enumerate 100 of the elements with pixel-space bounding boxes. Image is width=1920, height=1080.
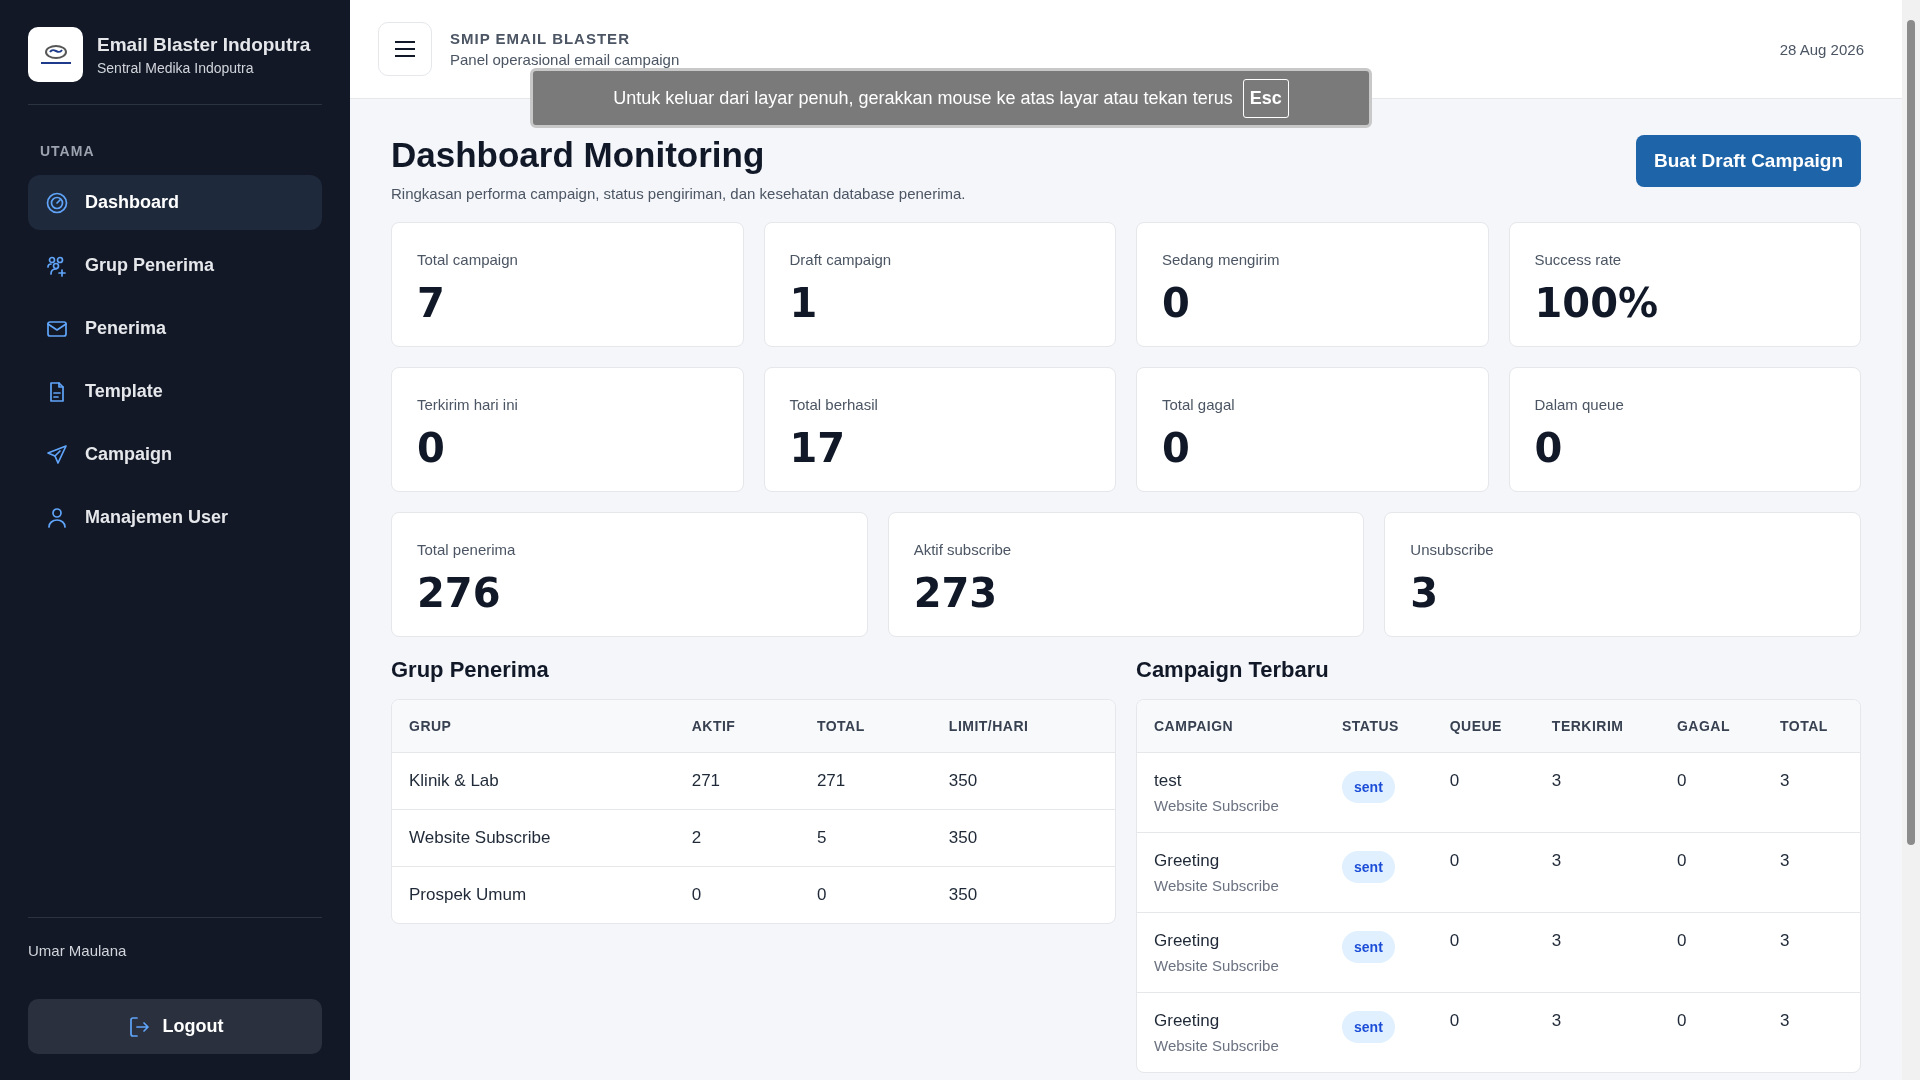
table-cell: 3: [1763, 913, 1860, 993]
table-cell: Website Subscribe: [392, 810, 675, 867]
app-subtitle: Sentral Medika Indoputra: [97, 59, 255, 76]
column-header: GRUP: [392, 700, 675, 753]
table-cell: 0: [1659, 753, 1763, 833]
table-cell-text: 350: [947, 884, 979, 906]
stat-value: 0: [1162, 425, 1191, 471]
section-title: Campaign Terbaru: [1136, 657, 1330, 683]
table-cell: 3: [1534, 753, 1660, 833]
column-header: QUEUE: [1432, 700, 1535, 753]
table-cell: 271: [674, 753, 800, 810]
table-cell-text: 0: [690, 884, 703, 906]
stat-value: 273: [913, 570, 999, 616]
stat-value: 1: [789, 280, 819, 326]
campaign-name: test: [1154, 771, 1182, 790]
column-header: AKTIF: [674, 700, 800, 753]
table-cell: 271: [799, 753, 932, 810]
table-cell: 3: [1534, 833, 1660, 913]
campaign-group: Website Subscribe: [1154, 1037, 1308, 1054]
app-title: Email Blaster Indoputra: [97, 33, 311, 56]
status-badge: sent: [1342, 931, 1395, 963]
table-cell: 3: [1763, 753, 1860, 833]
table-cell: 2: [674, 810, 800, 867]
stat-label: Success rate: [1534, 251, 1623, 268]
table-cell: 0: [1432, 913, 1535, 993]
stat-value: 17: [789, 425, 847, 471]
sidebar-item[interactable]: Penerima: [28, 301, 322, 356]
table-cell: 3: [1534, 913, 1660, 993]
page-title: Dashboard Monitoring: [391, 135, 766, 175]
gauge-icon: [45, 190, 69, 215]
logout-button[interactable]: Logout: [28, 999, 322, 1054]
stat-value: 0: [1534, 425, 1564, 471]
stat-label: Sedang mengirim: [1162, 251, 1281, 268]
status-badge: sent: [1342, 851, 1395, 883]
logo-icon: [28, 27, 83, 82]
table-cell: 0: [1659, 833, 1763, 913]
campaign-group: Website Subscribe: [1154, 877, 1308, 894]
campaign-group: Website Subscribe: [1154, 957, 1308, 974]
user-icon: [45, 505, 69, 530]
stat-label: Terkirim hari ini: [417, 396, 519, 413]
sidebar-item[interactable]: Template: [28, 364, 322, 419]
stat-label: Total penerima: [417, 541, 517, 558]
table-cell: 0: [1659, 913, 1763, 993]
menu-button[interactable]: [378, 22, 432, 76]
sidebar-item[interactable]: Campaign: [28, 427, 322, 482]
table-cell-text: 0: [815, 884, 828, 906]
paper-plane-icon: [45, 442, 69, 467]
section-label: UTAMA: [40, 143, 96, 159]
sidebar-item[interactable]: Grup Penerima: [28, 238, 322, 293]
sidebar-item[interactable]: Dashboard: [28, 175, 322, 230]
stat-label: Aktif subscribe: [913, 541, 1013, 558]
column-header: TERKIRIM: [1534, 700, 1660, 753]
stat-label: Total campaign: [417, 251, 519, 268]
campaign-group: Website Subscribe: [1154, 797, 1308, 814]
campaign-name: Greeting: [1154, 1011, 1220, 1030]
esc-key: Esc: [1242, 78, 1289, 118]
sidebar-item[interactable]: Manajemen User: [28, 490, 322, 545]
section-title: Grup Penerima: [391, 657, 550, 683]
stat-label: Total gagal: [1162, 396, 1236, 413]
table-cell-text: Prospek Umum: [408, 884, 528, 906]
table-cell: 3: [1763, 833, 1860, 913]
stat-value: 276: [417, 570, 502, 616]
stat-label: Unsubscribe: [1410, 541, 1495, 558]
table-cell: 5: [799, 810, 932, 867]
table-cell: 350: [931, 810, 1115, 867]
status-badge: sent: [1342, 771, 1395, 803]
stat-value: 7: [417, 280, 446, 326]
table-cell: 0: [1432, 753, 1535, 833]
table-cell: 350: [931, 753, 1115, 810]
table-cell: Klinik & Lab: [392, 753, 675, 810]
create-draft-button[interactable]: Buat Draft Campaign: [1636, 135, 1861, 187]
notice-text: Untuk keluar dari layar penuh, gerakkan mouse ke atas layar atau tekan terus: [613, 87, 1233, 109]
page-subtitle: Ringkasan performa campaign, status pengiriman, dan kesehatan database penerima.: [391, 185, 966, 202]
status-badge: sent: [1342, 1011, 1395, 1043]
campaign-name: Greeting: [1154, 931, 1220, 950]
column-header: LIMIT/HARI: [931, 700, 1115, 753]
header-subtitle: Panel operasional email campaign: [450, 51, 680, 68]
column-header: TOTAL: [799, 700, 932, 753]
user-name: Umar Maulana: [28, 942, 128, 959]
stat-label: Total berhasil: [789, 396, 879, 413]
table-cell: 0: [1432, 833, 1535, 913]
campaign-name: Greeting: [1154, 851, 1220, 870]
stat-value: 0: [417, 425, 446, 471]
scrollbar[interactable]: [1902, 0, 1920, 1080]
stat-value: 0: [1162, 280, 1191, 326]
table-cell-text: 3: [1550, 1010, 1563, 1032]
stat-value: 3: [1410, 570, 1440, 616]
stat-label: Draft campaign: [789, 251, 893, 268]
column-header: GAGAL: [1659, 700, 1763, 753]
stat-value: 100%: [1534, 280, 1660, 326]
table-cell-text: 3: [1779, 1010, 1791, 1032]
stat-label: Dalam queue: [1534, 396, 1625, 413]
header-title: SMIP EMAIL BLASTER: [450, 30, 631, 47]
date-label: 28 Aug 2026: [1779, 40, 1864, 58]
table-cell-text: 0: [1675, 1010, 1688, 1032]
table-cell-text: 0: [1448, 1010, 1461, 1032]
column-header: CAMPAIGN: [1137, 700, 1325, 753]
menu-icon: [394, 41, 416, 57]
column-header: STATUS: [1325, 700, 1433, 753]
column-header: TOTAL: [1763, 700, 1860, 753]
